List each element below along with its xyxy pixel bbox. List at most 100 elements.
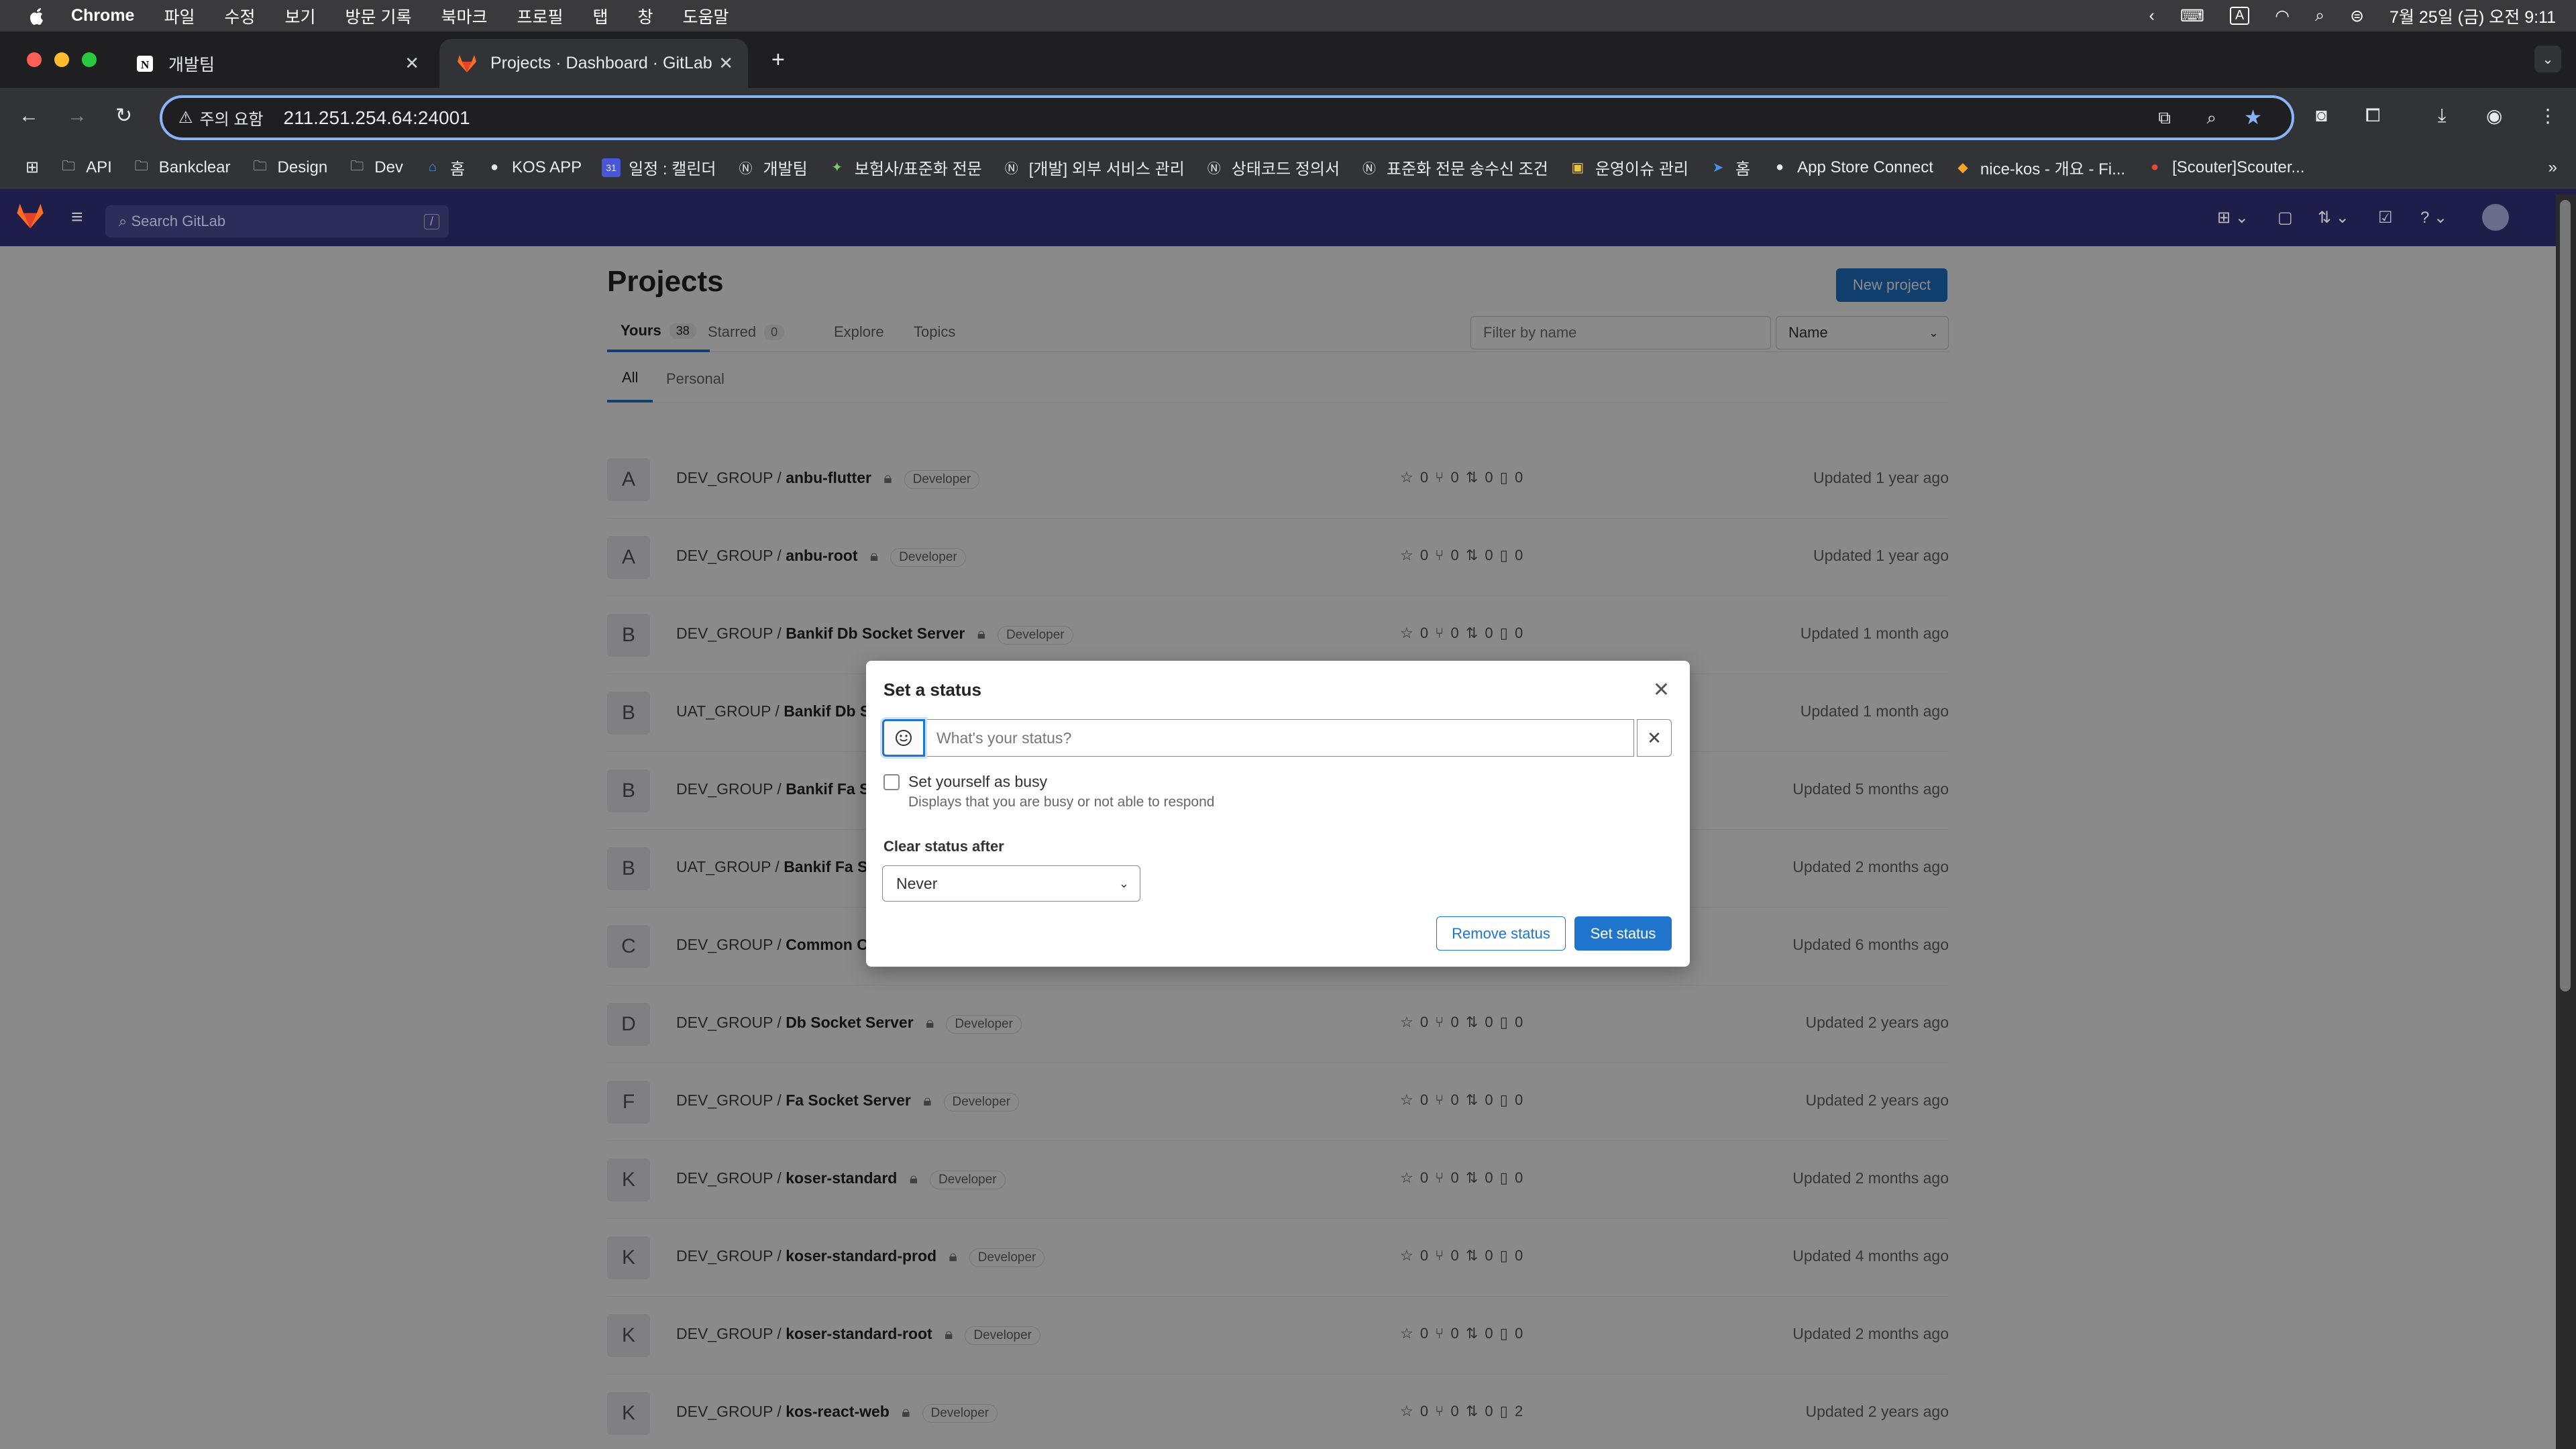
forward-arrow-icon[interactable]: →	[67, 105, 87, 127]
bookmark-item[interactable]: Ⓝ 개발팀	[737, 156, 808, 179]
extensions-puzzle-icon[interactable]: ⧠	[2365, 105, 2380, 127]
bookmark-item[interactable]: 🗀 Bankclear	[132, 158, 231, 177]
create-new-icon[interactable]: ⊞ ⌄	[2217, 208, 2249, 227]
chevron-down-icon: ⌄	[1118, 876, 1129, 890]
folder-icon: 🗀	[134, 158, 148, 174]
merge-requests-icon[interactable]: ⇅ ⌄	[2318, 208, 2349, 227]
control-center-icon[interactable]: ⊜	[2350, 6, 2364, 26]
menu-history[interactable]: 방문 기록	[345, 4, 412, 28]
set-status-button[interactable]: Set status	[1574, 916, 1672, 951]
window-zoom-button[interactable]	[82, 52, 97, 67]
tab-gitlab-active[interactable]: Projects · Dashboard · GitLab ✕	[439, 39, 748, 88]
chrome-menu-kebab-icon[interactable]: ⋮	[2538, 105, 2557, 127]
hamburger-menu-icon[interactable]: ≡	[71, 206, 83, 229]
issues-icon[interactable]: ▢	[2277, 208, 2293, 227]
security-warning-chip[interactable]: ⚠ 주의 요함	[178, 106, 264, 129]
busy-checkbox-label[interactable]: Set yourself as busy	[908, 773, 1047, 791]
bookmark-item[interactable]: ▣ 운영이슈 관리	[1568, 156, 1688, 179]
bookmark-item[interactable]: ◆ nice-kos - 개요 - Fi...	[1953, 156, 2125, 179]
url-text[interactable]: 211.251.254.64:24001	[284, 107, 470, 129]
image-icon: ▣	[1571, 160, 1585, 175]
menu-tab[interactable]: 탭	[593, 4, 608, 28]
busy-checkbox[interactable]	[883, 774, 900, 790]
profile-icon[interactable]: ◉	[2486, 105, 2502, 127]
bookmark-item[interactable]: Ⓝ [개발] 외부 서비스 관리	[1002, 156, 1185, 179]
firebase-icon: ◆	[1957, 160, 1968, 175]
bookmark-item[interactable]: ✦ 보험사/표준화 전문	[828, 156, 981, 179]
address-bar[interactable]: ⚠ 주의 요함 211.251.254.64:24001 ⧉ ⌕ ★	[160, 95, 2294, 140]
scrollbar-thumb[interactable]	[2560, 200, 2571, 991]
modal-title: Set a status	[883, 680, 981, 700]
notion-icon: Ⓝ	[1362, 162, 1377, 176]
gitlab-logo-icon[interactable]	[16, 203, 44, 233]
translate-icon[interactable]: ⧉	[2158, 107, 2171, 129]
bookmark-item[interactable]: ➤ 홈	[1709, 156, 1750, 179]
security-warning-label: 주의 요함	[199, 111, 264, 129]
menu-file[interactable]: 파일	[164, 4, 195, 28]
clear-after-label: Clear status after	[883, 838, 1004, 855]
calendar-icon: 31	[602, 158, 621, 177]
bookmark-item[interactable]: Ⓝ 상태코드 정의서	[1205, 156, 1340, 179]
search-icon: ⌕	[119, 213, 131, 229]
bookmark-item[interactable]: 🗀 Dev	[347, 158, 403, 177]
bookmark-item[interactable]: ● KOS APP	[485, 158, 582, 177]
tab-close-icon[interactable]: ✕	[405, 53, 419, 74]
apps-grid-icon[interactable]: ⊞	[25, 158, 39, 177]
bookmark-item[interactable]: Ⓝ 표준화 전문 송수신 조건	[1360, 156, 1548, 179]
bookmarks-overflow-chevron-icon[interactable]: »	[2548, 158, 2557, 177]
macos-menubar: Chrome 파일 수정 보기 방문 기록 북마크 프로필 탭 창 도움말 ‹ …	[0, 0, 2576, 32]
bookmark-item[interactable]: 🗀 API	[59, 158, 112, 177]
wifi-icon[interactable]: ◠	[2275, 6, 2290, 26]
clear-after-value: Never	[896, 874, 938, 892]
bookmark-star-icon[interactable]: ★	[2244, 106, 2262, 129]
back-arrow-icon[interactable]: ←	[19, 105, 39, 127]
tab-notion[interactable]: N 개발팀 ✕	[117, 39, 434, 88]
menu-view[interactable]: 보기	[285, 4, 316, 28]
menu-profile[interactable]: 프로필	[517, 4, 563, 28]
apple-menu-icon[interactable]	[27, 5, 47, 27]
notion-icon: Ⓝ	[1207, 162, 1221, 176]
clear-status-input-icon[interactable]: ✕	[1637, 719, 1672, 757]
input-source-icon[interactable]: A	[2229, 7, 2250, 25]
window-close-button[interactable]	[27, 52, 42, 67]
menu-app-name[interactable]: Chrome	[71, 6, 134, 25]
close-icon[interactable]: ✕	[1653, 678, 1670, 702]
menu-bookmarks[interactable]: 북마크	[441, 4, 487, 28]
help-icon[interactable]: ? ⌄	[2420, 208, 2447, 227]
scouter-icon: ●	[2151, 160, 2159, 174]
status-message-input[interactable]	[927, 719, 1634, 757]
bookmark-item[interactable]: ● App Store Connect	[1770, 158, 1933, 177]
tab-title: Projects · Dashboard · GitLab	[490, 54, 712, 72]
user-avatar[interactable]	[2482, 204, 2509, 231]
bookmark-item[interactable]: 🗀 Design	[251, 158, 328, 177]
zoom-icon[interactable]: ⌕	[2206, 107, 2216, 129]
busy-help-text: Displays that you are busy or not able t…	[908, 794, 1215, 810]
home-icon: ⌂	[428, 160, 437, 174]
menu-window[interactable]: 창	[638, 4, 653, 28]
menu-edit[interactable]: 수정	[224, 4, 255, 28]
bookmark-item[interactable]: 31 일정 : 캘린더	[602, 156, 716, 179]
tab-search-chevron-icon[interactable]: ⌄	[2534, 46, 2561, 72]
bookmark-item[interactable]: ● [Scouter]Scouter...	[2145, 158, 2304, 177]
bookmark-item[interactable]: ⌂ 홈	[423, 156, 465, 179]
reload-icon[interactable]: ↻	[115, 104, 132, 127]
window-minimize-button[interactable]	[54, 52, 69, 67]
puzzle-icon: ✦	[831, 160, 843, 175]
todos-icon[interactable]: ☑	[2378, 208, 2393, 227]
gitlab-search-input[interactable]: ⌕ Search GitLab /	[105, 205, 449, 237]
emoji-picker-button[interactable]	[882, 719, 925, 757]
chevron-left-icon[interactable]: ‹	[2149, 6, 2154, 25]
keyboard-icon[interactable]: ⌨	[2180, 6, 2204, 26]
spotlight-search-icon[interactable]: ⌕	[2315, 6, 2324, 25]
menubar-clock[interactable]: 7월 25일 (금) 오전 9:11	[2390, 4, 2556, 28]
svg-text:N: N	[141, 58, 150, 71]
tab-close-icon[interactable]: ✕	[718, 53, 733, 74]
menu-help[interactable]: 도움말	[683, 4, 729, 28]
new-tab-plus-icon[interactable]: +	[771, 47, 785, 73]
remove-status-button[interactable]: Remove status	[1436, 916, 1566, 951]
download-icon[interactable]: ⤓	[2438, 105, 2446, 127]
clear-after-select[interactable]: Never ⌄	[882, 865, 1140, 902]
screenshot-camera-icon[interactable]: ◙	[2316, 105, 2327, 126]
set-status-modal: Set a status ✕ ✕ Set yourself as busy Di…	[866, 661, 1690, 967]
gitlab-icon	[457, 54, 477, 74]
